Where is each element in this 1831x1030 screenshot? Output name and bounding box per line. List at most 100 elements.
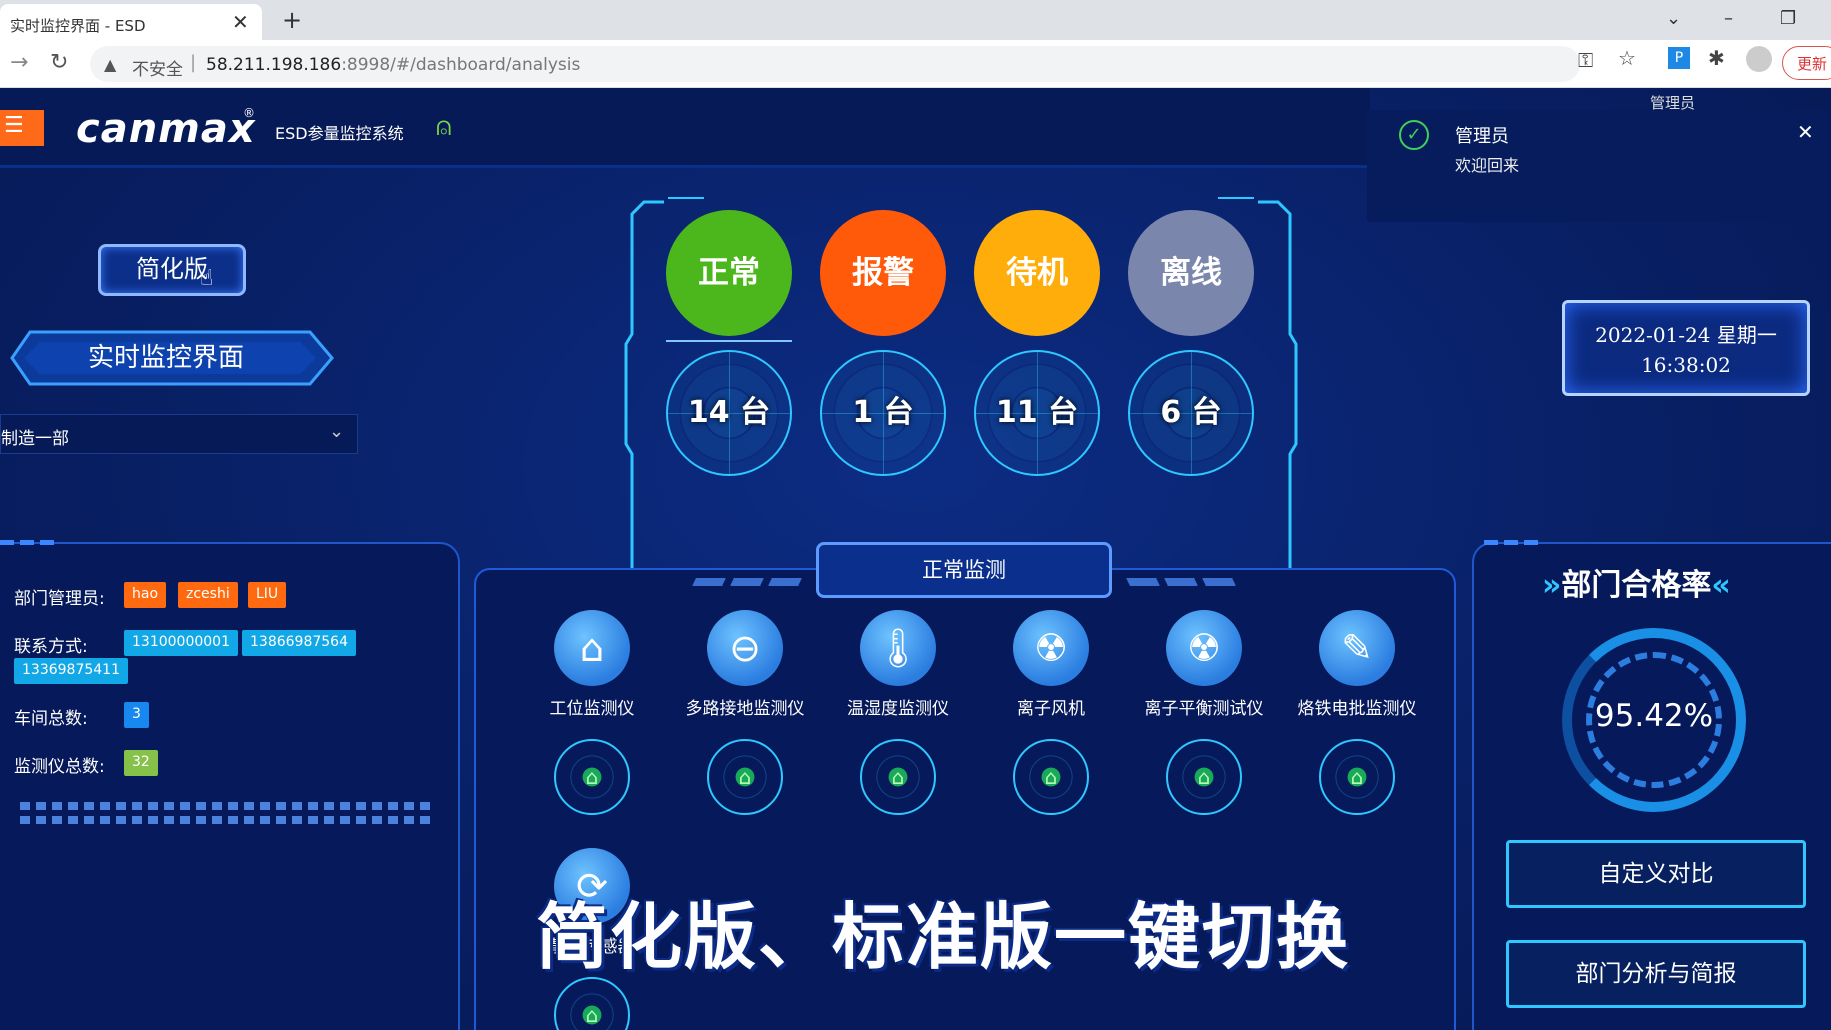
ion-fan-icon: ☢ bbox=[1013, 610, 1089, 686]
device-name: 多路接地监测仪 bbox=[685, 699, 805, 719]
status-offline-circle[interactable]: 离线 bbox=[1128, 210, 1254, 336]
status-offline-label: 离线 bbox=[1160, 255, 1222, 291]
close-icon[interactable]: ✕ bbox=[1797, 120, 1814, 144]
device-name: 温湿度监测仪 bbox=[847, 699, 949, 719]
chevrons-left-icon: « bbox=[1711, 568, 1731, 603]
chevron-down-icon[interactable]: ⌄ bbox=[1666, 8, 1681, 29]
profile-icon[interactable] bbox=[1746, 46, 1772, 72]
device-workstation[interactable]: ⌂ 工位监测仪 ⌂ bbox=[522, 610, 662, 815]
workshop-count: 3 bbox=[124, 702, 149, 728]
status-offline-count-radar: 6 台 bbox=[1128, 350, 1254, 476]
url-path: :8998/#/dashboard/analysis bbox=[341, 55, 581, 75]
device-name: 工位监测仪 bbox=[549, 699, 635, 719]
device-name: 烙铁电批监测仪 bbox=[1297, 699, 1417, 719]
device-temp-humidity[interactable]: 🌡 温湿度监测仪 ⌂ bbox=[828, 610, 968, 815]
status-normal-label: 正常 bbox=[698, 255, 760, 291]
chevron-down-icon: ⌄ bbox=[329, 421, 345, 442]
page-title-banner: 实时监控界面 bbox=[0, 328, 340, 388]
device-status-radar: ⌂ bbox=[554, 977, 630, 1030]
status-standby-label: 待机 bbox=[1006, 255, 1068, 291]
contact-tag: 13100000001 bbox=[124, 630, 238, 656]
url-text: 58.211.198.186:8998/#/dashboard/analysis bbox=[206, 55, 580, 75]
insecure-label: 不安全 bbox=[132, 60, 183, 80]
extension-p-icon[interactable]: P bbox=[1668, 47, 1690, 69]
separator: | bbox=[190, 52, 197, 73]
simplify-button[interactable]: 简化版 bbox=[98, 244, 246, 296]
dashboard: ☰ canmax ® ESD参量监控系统 ⍝ 管理员 ✓ 管理员 欢迎回来 ✕ … bbox=[0, 88, 1831, 1030]
chevrons-right-icon: » bbox=[1542, 568, 1562, 603]
back-icon[interactable]: → bbox=[10, 50, 28, 75]
update-button[interactable]: 更新 bbox=[1782, 46, 1831, 80]
status-alarm-circle[interactable]: 报警 bbox=[820, 210, 946, 336]
puzzle-icon[interactable]: ✱ bbox=[1708, 46, 1725, 70]
device-grounding[interactable]: ⊖ 多路接地监测仪 ⌂ bbox=[675, 610, 815, 815]
browser-tab-bar: 实时监控界面 - ESD ✕ + ⌄ – ❐ bbox=[0, 0, 1831, 44]
page-title: 实时监控界面 bbox=[87, 343, 244, 373]
status-normal-count-radar: 14 台 bbox=[666, 350, 792, 476]
tab-normal-monitoring[interactable]: 正常监测 bbox=[816, 542, 1112, 598]
new-tab-button[interactable]: + bbox=[282, 6, 302, 34]
admin-label: 部门管理员: bbox=[14, 589, 105, 609]
minimize-icon[interactable]: – bbox=[1724, 8, 1733, 29]
admin-tag: zceshi bbox=[178, 582, 238, 608]
browser-tab[interactable]: 实时监控界面 - ESD ✕ bbox=[0, 4, 262, 44]
admin-tag: LIU bbox=[248, 582, 287, 608]
contact-tag: 13369875411 bbox=[14, 658, 128, 684]
soldering-iron-icon: ✎ bbox=[1319, 610, 1395, 686]
star-icon[interactable]: ☆ bbox=[1618, 46, 1636, 70]
key-icon[interactable]: ⚿ bbox=[1578, 48, 1593, 72]
department-info-panel: 部门管理员: hao zceshi LIU 联系方式: 13100000001 … bbox=[0, 540, 460, 1030]
notification-title: 管理员 bbox=[1455, 126, 1509, 147]
current-time: 16:38:02 bbox=[1641, 353, 1731, 377]
hand-cursor-icon: ☝ bbox=[200, 266, 214, 291]
alarm-icon[interactable]: ⍝ bbox=[436, 112, 452, 143]
datetime-panel: 2022-01-24 星期一 16:38:02 bbox=[1562, 300, 1810, 396]
department-value: 制造一部 bbox=[1, 429, 69, 449]
status-normal-circle[interactable]: 正常 bbox=[666, 210, 792, 336]
status-alarm-count-radar: 1 台 bbox=[820, 350, 946, 476]
rate-title: »部门合格率« bbox=[1542, 560, 1731, 604]
monitor-label: 监测仪总数: bbox=[14, 757, 105, 777]
decor-dots bbox=[20, 816, 432, 824]
department-report-button[interactable]: 部门分析与简报 bbox=[1506, 940, 1806, 1008]
tab-decor-right bbox=[1126, 578, 1240, 586]
active-underline bbox=[666, 340, 792, 342]
device-status-radar: ⌂ bbox=[707, 739, 783, 815]
app-header: ☰ canmax ® ESD参量监控系统 ⍝ bbox=[0, 88, 1370, 168]
reload-icon[interactable]: ↻ bbox=[50, 50, 68, 75]
notification-message: 欢迎回来 bbox=[1455, 156, 1520, 175]
welcome-notification: ✓ 管理员 欢迎回来 ✕ bbox=[1367, 110, 1831, 222]
rate-title-text: 部门合格率 bbox=[1561, 568, 1712, 603]
contact-label: 联系方式: bbox=[14, 637, 88, 657]
device-status-radar: ⌂ bbox=[1319, 739, 1395, 815]
status-offline-count: 6 台 bbox=[1160, 395, 1222, 430]
device-name: 离子平衡测试仪 bbox=[1144, 699, 1264, 719]
workstation-icon: ⌂ bbox=[554, 610, 630, 686]
decor-dots bbox=[20, 802, 432, 810]
monitor-count: 32 bbox=[124, 750, 158, 776]
panel-accent bbox=[1484, 540, 1540, 545]
device-soldering-iron[interactable]: ✎ 烙铁电批监测仪 ⌂ bbox=[1287, 610, 1427, 815]
workshop-label: 车间总数: bbox=[14, 709, 88, 729]
department-select[interactable]: 制造一部 ⌄ bbox=[0, 414, 358, 454]
system-title: ESD参量监控系统 bbox=[275, 124, 404, 143]
warning-icon: ▲ bbox=[104, 55, 117, 74]
device-ion-balance[interactable]: ☢ 离子平衡测试仪 ⌂ bbox=[1134, 610, 1274, 815]
thermometer-icon: 🌡 bbox=[860, 610, 936, 686]
tab-close-icon[interactable]: ✕ bbox=[232, 10, 249, 34]
status-standby-circle[interactable]: 待机 bbox=[974, 210, 1100, 336]
status-standby-count-radar: 11 台 bbox=[974, 350, 1100, 476]
status-standby-count: 11 台 bbox=[995, 395, 1079, 430]
custom-compare-button[interactable]: 自定义对比 bbox=[1506, 840, 1806, 908]
overlay-caption: 简化版、标准版一键切换 bbox=[536, 895, 1351, 979]
device-status-radar: ⌂ bbox=[1166, 739, 1242, 815]
restore-icon[interactable]: ❐ bbox=[1780, 8, 1796, 29]
tab-decor-left bbox=[692, 578, 806, 586]
menu-toggle-icon[interactable]: ☰ bbox=[0, 110, 44, 146]
device-name: 离子风机 bbox=[1017, 699, 1085, 719]
url-field[interactable]: ▲ 不安全 | 58.211.198.186:8998/#/dashboard/… bbox=[90, 46, 1580, 82]
tab-title: 实时监控界面 - ESD bbox=[10, 17, 146, 35]
device-ion-fan[interactable]: ☢ 离子风机 ⌂ bbox=[981, 610, 1121, 815]
device-status-radar: ⌂ bbox=[554, 739, 630, 815]
grounding-icon: ⊖ bbox=[707, 610, 783, 686]
